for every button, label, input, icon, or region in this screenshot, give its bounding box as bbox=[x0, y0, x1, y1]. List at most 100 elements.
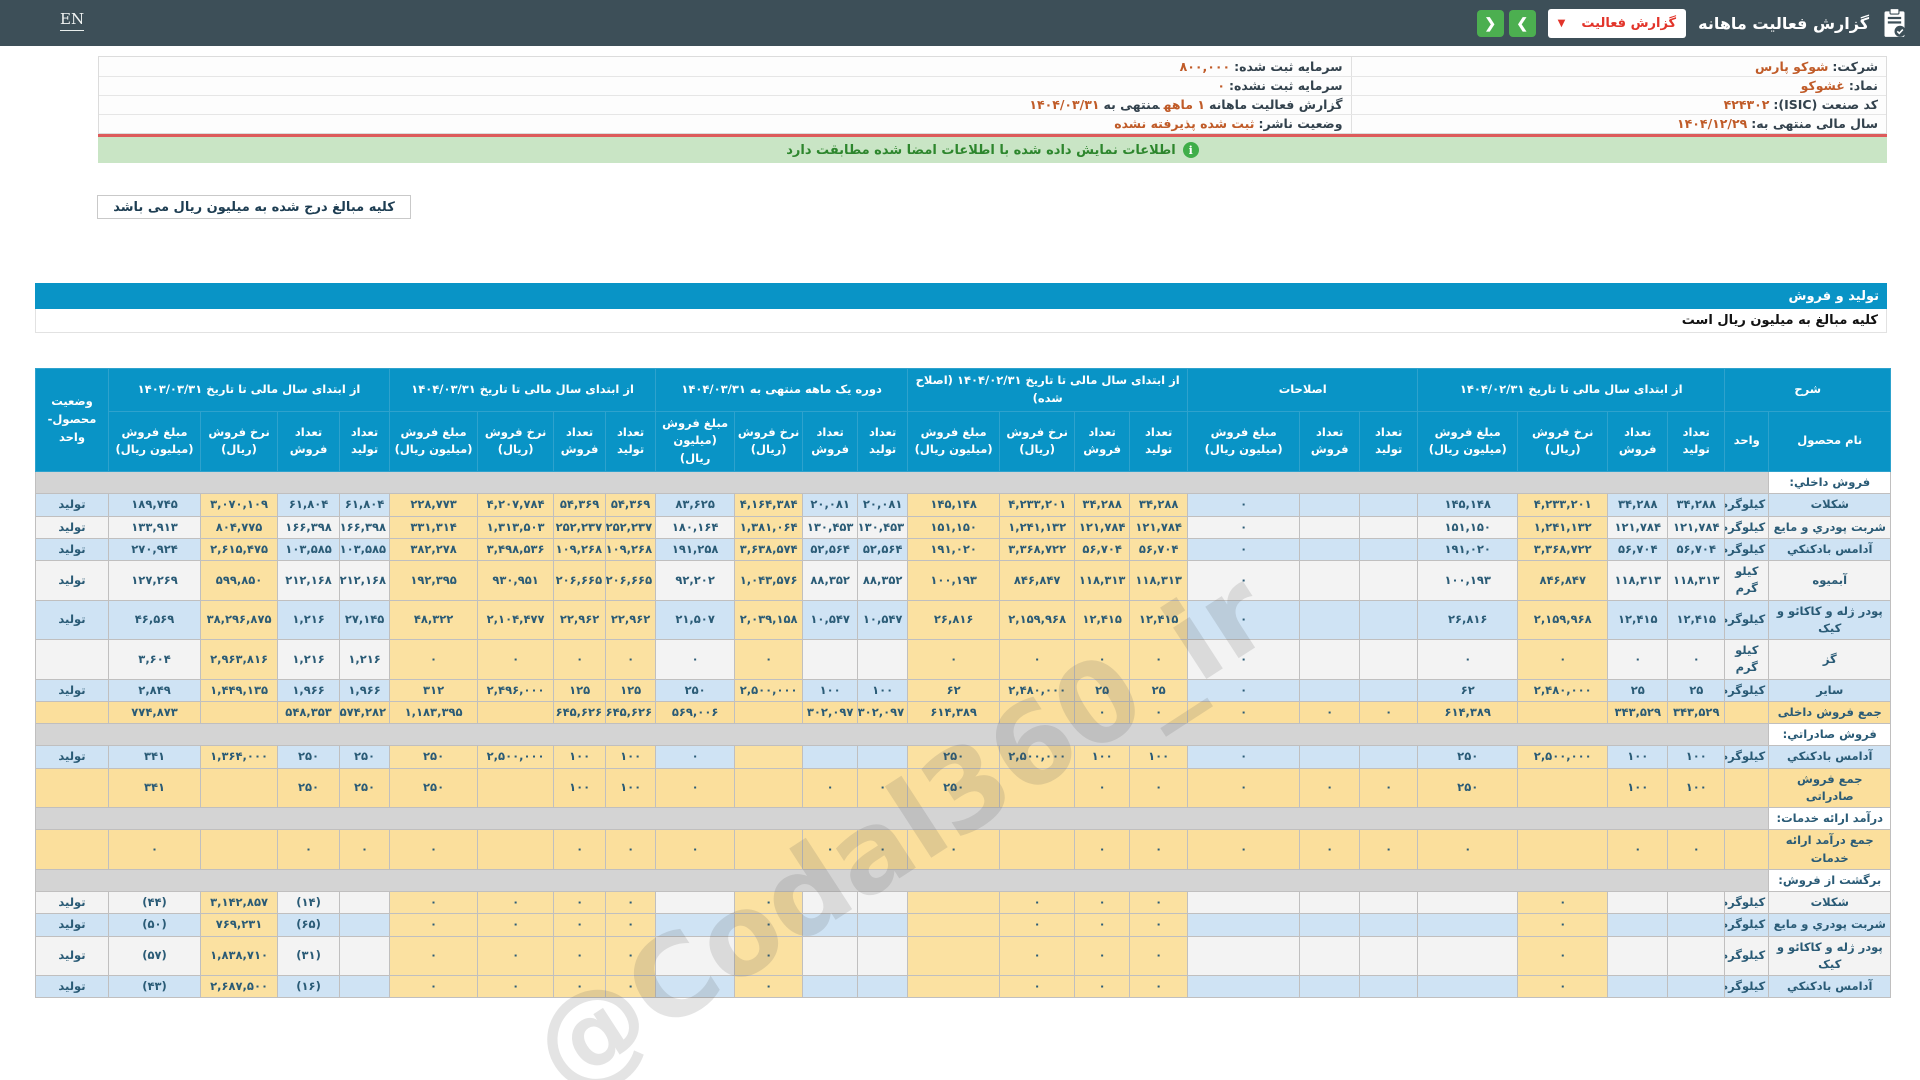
table-cell: ۱۰۰,۱۹۳ bbox=[1417, 560, 1519, 601]
table-cell bbox=[1187, 891, 1301, 915]
table-cell: ۱,۹۶۶ bbox=[339, 678, 391, 702]
table-cell bbox=[1607, 975, 1669, 999]
table-row: جمع درآمد ارائه خدمات ۰ ۰ ۰ ۰ ۰ ۰ ۰ ۰ ۰ ۰ ۰ ۰ ۰ ۰ ۰ ۰ ۰ ۰ bbox=[35, 829, 1892, 870]
table-cell bbox=[655, 975, 736, 999]
table-cell: ۰ bbox=[1074, 975, 1131, 999]
table-cell: کیلوگرم bbox=[1724, 913, 1770, 937]
table-cell: ۲۲,۹۶۲ bbox=[553, 599, 607, 641]
table-cell: ۰ bbox=[734, 891, 804, 915]
table-row: آبميوه کیلو گرم ۱۱۸,۳۱۳ ۱۱۸,۳۱۳ ۸۴۶,۸۴۷ ۱۰۰,۱… bbox=[35, 560, 1892, 601]
table-cell: ۱۱۸,۳۱۳ bbox=[1074, 560, 1131, 601]
column-header: تعداد تولید bbox=[605, 410, 657, 473]
info-label: نماد: bbox=[1848, 78, 1878, 93]
table-cell: کیلوگرم bbox=[1724, 891, 1770, 915]
table-cell: ۰ bbox=[1187, 678, 1301, 702]
table-cell: ۴,۲۳۳,۲۰۱ bbox=[1517, 493, 1609, 517]
table-cell bbox=[1299, 560, 1361, 601]
table-cell: تولید bbox=[35, 935, 109, 977]
table-cell bbox=[339, 913, 391, 937]
table-cell bbox=[857, 975, 909, 999]
table-cell: ۳,۴۹۸,۵۳۶ bbox=[477, 537, 555, 562]
table-cell: ۰ bbox=[389, 891, 479, 915]
column-header: تعداد تولید bbox=[857, 410, 909, 473]
table-cell: تولید bbox=[35, 560, 109, 601]
header-row: نام محصول واحد تعداد تولید تعداد فروش نرخ فر… bbox=[36, 410, 1892, 473]
row-group-label: درآمد ارائه خدمات: bbox=[1768, 807, 1892, 831]
table-cell: ۲,۰۳۹,۱۵۸ bbox=[734, 599, 804, 641]
table-cell: ۱,۸۳۸,۷۱۰ bbox=[200, 935, 279, 977]
page-title: گزارش فعالیت ماهانه bbox=[1698, 13, 1869, 33]
table-cell: ۱۴۵,۱۴۸ bbox=[1417, 493, 1519, 517]
table-cell bbox=[1417, 935, 1519, 977]
table-cell bbox=[1359, 678, 1419, 702]
table-cell: (۱۴) bbox=[277, 891, 341, 915]
table-cell: تولید bbox=[35, 975, 109, 999]
table-cell bbox=[1359, 891, 1419, 915]
previous-report-button[interactable]: ❮ bbox=[1476, 9, 1504, 37]
table-cell: ۰ bbox=[1129, 935, 1189, 977]
table-row: آدامس بادکنکيکیلوگرم۰۰۰۰۰۰۰۰۰(۱۶)۲,۶۸۷,۵… bbox=[35, 975, 1892, 999]
table-cell bbox=[802, 913, 859, 937]
table-cell: ۱۳۰,۴۵۳ bbox=[802, 515, 859, 539]
report-type-dropdown[interactable]: گزارش فعالیت ▼ bbox=[1547, 8, 1687, 38]
table-cell: ۲,۶۱۵,۴۷۵ bbox=[200, 537, 279, 562]
signed-info-banner: i اطلاعات نمایش داده شده با اطلاعات امضا… bbox=[98, 134, 1887, 163]
top-bar: EN گزارش فعالیت ماهانه گزارش فعالیت ▼ ❯ … bbox=[0, 0, 1920, 46]
table-cell: ۱۴۵,۱۴۸ bbox=[907, 493, 1001, 517]
column-header: مبلغ فروش (میلیون ریال) bbox=[107, 410, 202, 473]
column-header: نام محصول bbox=[1768, 410, 1892, 473]
table-cell bbox=[999, 767, 1076, 809]
table-cell: ۴۸,۳۲۲ bbox=[389, 599, 479, 641]
language-switch-link[interactable]: EN bbox=[60, 10, 85, 31]
table-cell: جمع فروش صادراتی bbox=[1768, 767, 1892, 809]
info-value: ثبت شده پذیرفته نشده bbox=[1114, 116, 1255, 132]
table-cell bbox=[1517, 700, 1609, 725]
table-cell: ۵۹۹,۸۵۰ bbox=[200, 560, 279, 601]
table-cell: ۱,۴۴۹,۱۳۵ bbox=[200, 678, 279, 702]
table-cell: ۱,۲۱۶ bbox=[277, 639, 341, 680]
table-cell: ۰ bbox=[655, 767, 736, 809]
table-cell: ۲,۴۹۶,۰۰۰ bbox=[477, 678, 555, 702]
table-cell: ۰ bbox=[1359, 829, 1419, 870]
table-cell: ۰ bbox=[1129, 891, 1189, 915]
info-label: گزارش فعالیت ماهانه bbox=[1208, 97, 1343, 112]
table-cell: ۰ bbox=[605, 891, 657, 915]
table-cell: ۴,۱۶۴,۳۸۴ bbox=[734, 493, 804, 517]
table-cell: ۰ bbox=[1187, 767, 1301, 809]
table-cell: ۶۴۵,۶۲۶ bbox=[553, 700, 607, 725]
table-cell: ۵۴۸,۳۵۳ bbox=[277, 700, 341, 725]
table-cell: ۱۵۱,۱۵۰ bbox=[1417, 515, 1519, 539]
info-label: سرمایه ثبت شده: bbox=[1234, 58, 1343, 74]
table-cell bbox=[339, 935, 391, 977]
table-cell: ۱۳۳,۹۱۳ bbox=[107, 515, 202, 539]
table-cell: ۵۶,۷۰۴ bbox=[1074, 537, 1131, 562]
table-cell: ۱,۳۶۴,۰۰۰ bbox=[200, 745, 279, 769]
table-cell: ۴,۲۳۳,۲۰۱ bbox=[999, 493, 1076, 517]
table-cell: کیلوگرم bbox=[1724, 975, 1770, 999]
table-cell: ۰ bbox=[389, 975, 479, 999]
row-group-fill bbox=[34, 471, 1770, 495]
table-cell bbox=[200, 767, 279, 809]
table-cell bbox=[1667, 913, 1726, 937]
table-cell: ۳۴۱ bbox=[107, 767, 202, 809]
table-cell: ۱۸۹,۷۴۵ bbox=[107, 493, 202, 517]
table-cell: ۲۵ bbox=[1129, 678, 1189, 702]
table-cell bbox=[1607, 913, 1669, 937]
column-group-header: شرح bbox=[1724, 368, 1892, 412]
table-cell: ۳,۶۳۸,۵۷۴ bbox=[734, 537, 804, 562]
info-label: منتهی به bbox=[1103, 97, 1160, 112]
table-cell: ۰ bbox=[1417, 829, 1519, 870]
table-cell: ۱۰۳,۵۸۵ bbox=[339, 537, 391, 562]
table-cell bbox=[1359, 560, 1419, 601]
table-cell bbox=[1359, 745, 1419, 769]
table-row: شکلاتکیلوگرم۰۰۰۰۰۰۰۰۰(۱۴)۳,۱۴۲,۸۵۷(۴۴)تو… bbox=[35, 891, 1892, 915]
table-cell bbox=[734, 829, 804, 870]
table-cell: ۳۸۲,۲۷۸ bbox=[389, 537, 479, 562]
next-report-button[interactable]: ❯ bbox=[1508, 9, 1536, 37]
table-cell: ۹۲,۲۰۲ bbox=[655, 560, 736, 601]
table-cell: ۲,۵۰۰,۰۰۰ bbox=[999, 745, 1076, 769]
info-value: شوکو پارس bbox=[1755, 58, 1829, 74]
table-cell: ۵۶,۷۰۴ bbox=[1129, 537, 1189, 562]
table-cell: ۳۰۲,۰۹۷ bbox=[802, 700, 859, 725]
table-cell: ۰ bbox=[1074, 935, 1131, 977]
